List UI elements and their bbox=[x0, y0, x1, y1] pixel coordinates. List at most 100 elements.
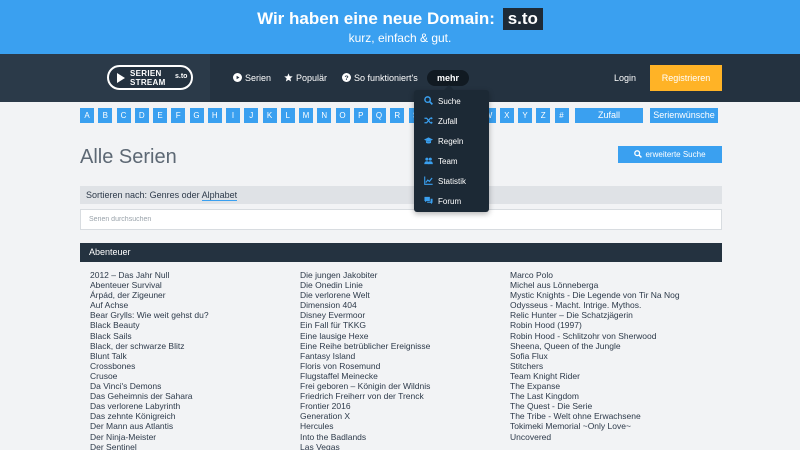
series-link[interactable]: Sofia Flux bbox=[510, 351, 710, 361]
series-requests-button[interactable]: Serienwünsche bbox=[650, 108, 718, 123]
dropdown-item-forum[interactable]: Forum bbox=[424, 196, 461, 208]
series-search-input[interactable] bbox=[80, 209, 722, 230]
letter-filter-button[interactable]: I bbox=[226, 108, 240, 123]
letter-filter-button[interactable]: L bbox=[280, 108, 295, 123]
series-link[interactable]: Black, der schwarze Blitz bbox=[90, 341, 290, 351]
letter-filter-button[interactable]: G bbox=[189, 108, 204, 123]
series-link[interactable]: Abenteuer Survival bbox=[90, 280, 290, 290]
series-link[interactable]: Árpád, der Zigeuner bbox=[90, 290, 290, 300]
letter-filter-button[interactable]: N bbox=[317, 108, 332, 123]
letter-filter-button[interactable]: F bbox=[171, 108, 186, 123]
random-series-button[interactable]: Zufall bbox=[575, 108, 643, 123]
letter-filter-button[interactable]: Q bbox=[372, 108, 386, 123]
series-link[interactable]: Stitchers bbox=[510, 361, 710, 371]
series-link[interactable]: Das zehnte Königreich bbox=[90, 411, 290, 421]
series-link[interactable]: Into the Badlands bbox=[300, 432, 500, 442]
letter-filter-button[interactable]: D bbox=[134, 108, 149, 123]
series-link[interactable]: Friedrich Freiherr von der Trenck bbox=[300, 391, 500, 401]
letter-filter-button[interactable]: K bbox=[262, 108, 277, 123]
letter-filter-button[interactable]: Z bbox=[536, 108, 551, 123]
series-column-1: 2012 – Das Jahr Null Abenteuer Survival Ár… bbox=[90, 270, 290, 450]
letter-filter-button[interactable]: Y bbox=[518, 108, 532, 123]
series-link[interactable]: Frei geboren – Königin der Wildnis bbox=[300, 381, 500, 391]
series-link[interactable]: Da Vinci's Demons bbox=[90, 381, 290, 391]
series-link[interactable]: Der Sentinel bbox=[90, 442, 290, 450]
series-link[interactable]: Mystic Knights - Die Legende von Tir Na … bbox=[510, 290, 710, 300]
series-link[interactable]: Eine lausige Hexe bbox=[300, 331, 500, 341]
register-button[interactable]: Registrieren bbox=[650, 65, 722, 91]
letter-filter-button[interactable]: R bbox=[390, 108, 405, 123]
dropdown-item-suche[interactable]: Suche bbox=[424, 96, 461, 108]
letter-filter-button[interactable]: M bbox=[299, 108, 313, 123]
series-link[interactable]: The Quest - Die Serie bbox=[510, 401, 710, 411]
series-link[interactable]: Crossbones bbox=[90, 361, 290, 371]
sort-genres-link[interactable]: Genres bbox=[150, 190, 180, 200]
series-link[interactable]: Team Knight Rider bbox=[510, 371, 710, 381]
letter-filter-button[interactable]: B bbox=[98, 108, 113, 123]
letter-filter-button[interactable]: P bbox=[353, 108, 368, 123]
letter-filter-button[interactable]: # bbox=[554, 108, 569, 123]
series-link[interactable]: Ein Fall für TKKG bbox=[300, 320, 500, 330]
nav-item-so-funktionierts[interactable]: ? So funktioniert's bbox=[342, 72, 418, 84]
letter-filter-button[interactable]: H bbox=[207, 108, 222, 123]
series-link[interactable]: Las Vegas bbox=[300, 442, 500, 450]
series-link[interactable]: Die jungen Jakobiter bbox=[300, 270, 500, 280]
series-link[interactable]: Sheena, Queen of the Jungle bbox=[510, 341, 710, 351]
series-link[interactable]: Robin Hood - Schlitzohr von Sherwood bbox=[510, 331, 710, 341]
letter-filter-button[interactable]: J bbox=[244, 108, 259, 123]
letter-filter-button[interactable]: C bbox=[116, 108, 131, 123]
login-link[interactable]: Login bbox=[614, 72, 636, 84]
sort-alphabet-link[interactable]: Alphabet bbox=[201, 190, 238, 201]
series-link[interactable]: Bear Grylls: Wie weit gehst du? bbox=[90, 310, 290, 320]
banner-domain-badge[interactable]: s.to bbox=[502, 8, 543, 30]
series-link[interactable]: Uncovered bbox=[510, 432, 710, 442]
nav-item-populaer[interactable]: Populär bbox=[284, 72, 327, 84]
series-link[interactable]: Auf Achse bbox=[90, 300, 290, 310]
series-link[interactable]: 2012 – Das Jahr Null bbox=[90, 270, 290, 280]
series-link[interactable]: Eine Reihe betrüblicher Ereignisse bbox=[300, 341, 500, 351]
series-link[interactable]: The Tribe - Welt ohne Erwachsene bbox=[510, 411, 710, 421]
series-link[interactable]: Black Sails bbox=[90, 331, 290, 341]
dropdown-item-team[interactable]: Team bbox=[424, 156, 458, 168]
series-link[interactable]: Die Onedin Linie bbox=[300, 280, 500, 290]
series-link[interactable]: Floris von Rosemund bbox=[300, 361, 500, 371]
series-link[interactable]: Disney Evermoor bbox=[300, 310, 500, 320]
dropdown-item-zufall[interactable]: Zufall bbox=[424, 116, 458, 128]
series-link[interactable]: Das Geheimnis der Sahara bbox=[90, 391, 290, 401]
series-link[interactable]: Blunt Talk bbox=[90, 351, 290, 361]
series-link[interactable]: Flugstaffel Meinecke bbox=[300, 371, 500, 381]
series-link[interactable]: Frontier 2016 bbox=[300, 401, 500, 411]
series-link[interactable]: Tokimeki Memorial ~Only Love~ bbox=[510, 421, 710, 431]
series-link[interactable]: Crusoe bbox=[90, 371, 290, 381]
extended-search-button[interactable]: erweiterte Suche bbox=[618, 146, 722, 163]
play-circle-icon bbox=[233, 73, 242, 82]
dropdown-item-statistik[interactable]: Statistik bbox=[424, 176, 466, 188]
question-circle-icon: ? bbox=[342, 73, 351, 82]
series-link[interactable]: Dimension 404 bbox=[300, 300, 500, 310]
dropdown-item-regeln[interactable]: Regeln bbox=[424, 136, 463, 148]
series-link[interactable]: Marco Polo bbox=[510, 270, 710, 280]
series-link[interactable]: Michel aus Lönneberga bbox=[510, 280, 710, 290]
series-link[interactable]: The Expanse bbox=[510, 381, 710, 391]
series-link[interactable]: Die verlorene Welt bbox=[300, 290, 500, 300]
series-link[interactable]: Der Mann aus Atlantis bbox=[90, 421, 290, 431]
series-link[interactable]: Odysseus - Macht. Intrige. Mythos. bbox=[510, 300, 710, 310]
series-link[interactable]: The Last Kingdom bbox=[510, 391, 710, 401]
letter-filter-button[interactable]: A bbox=[80, 108, 94, 123]
series-link[interactable]: Generation X bbox=[300, 411, 500, 421]
series-link[interactable]: Relic Hunter – Die Schatzjägerin bbox=[510, 310, 710, 320]
domain-banner: Wir haben eine neue Domain: s.to kurz, e… bbox=[0, 0, 800, 54]
letter-filter-button[interactable]: O bbox=[335, 108, 350, 123]
letter-filter-button[interactable]: X bbox=[499, 108, 514, 123]
series-link[interactable]: Black Beauty bbox=[90, 320, 290, 330]
series-link[interactable]: Fantasy Island bbox=[300, 351, 500, 361]
nav-item-serien[interactable]: Serien bbox=[233, 72, 271, 84]
series-link[interactable]: Der Ninja-Meister bbox=[90, 432, 290, 442]
nav-item-label: So funktioniert's bbox=[354, 73, 418, 83]
series-link[interactable]: Robin Hood (1997) bbox=[510, 320, 710, 330]
mehr-menu-button[interactable]: mehr bbox=[427, 70, 469, 86]
letter-filter-button[interactable]: E bbox=[153, 108, 167, 123]
series-link[interactable]: Hercules bbox=[300, 421, 500, 431]
series-link[interactable]: Das verlorene Labyrinth bbox=[90, 401, 290, 411]
site-logo[interactable]: SERIEN STREAM s.to bbox=[107, 65, 193, 90]
